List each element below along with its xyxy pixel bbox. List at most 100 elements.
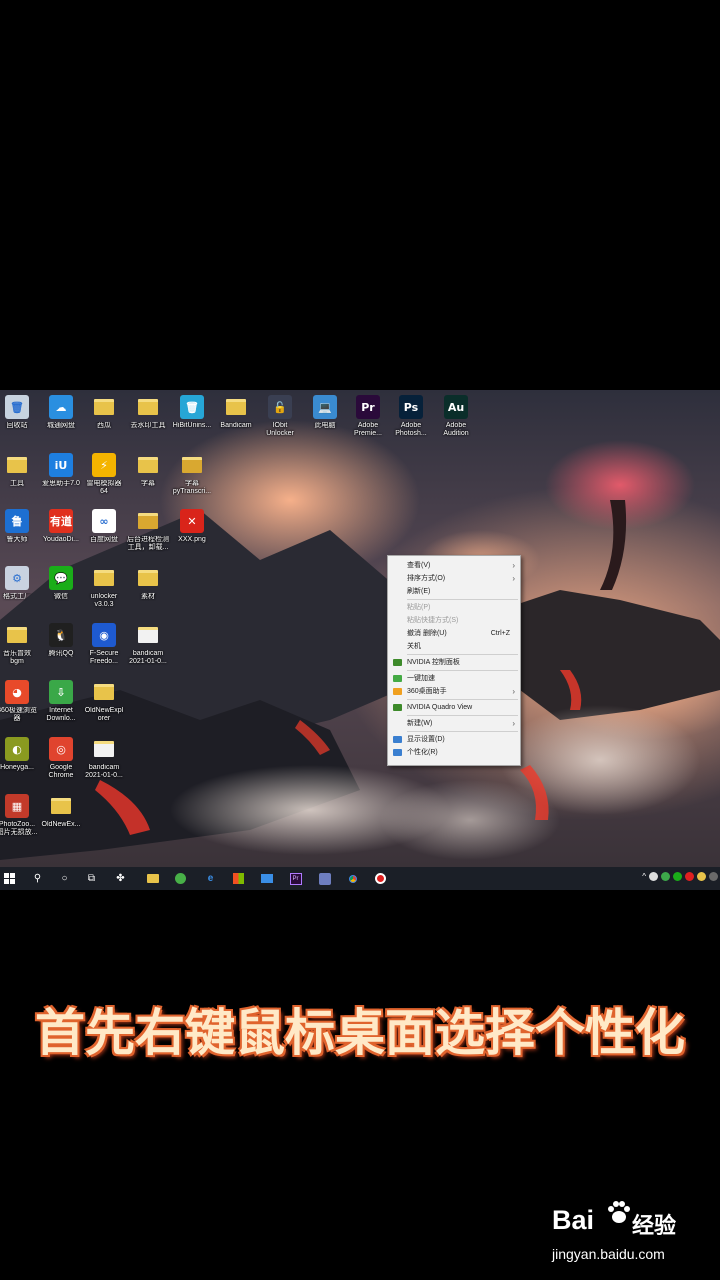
desktop-icon[interactable]: OldNewEx... — [39, 791, 83, 847]
desktop-icon-label: bandicam 2021-01-0... — [85, 764, 123, 779]
desktop-icon[interactable]: ◉ F-Secure Freedo... — [82, 620, 126, 676]
baidu-jingyan-watermark: Bai 经验 jingyan.baidu.com — [552, 1200, 712, 1270]
context-menu-item[interactable]: 查看(V) › — [388, 559, 520, 572]
chrome-icon — [346, 872, 359, 885]
desktop-icon[interactable]: Bandicam — [214, 392, 258, 448]
taskbar-app-bandicam[interactable] — [373, 871, 388, 886]
watermark-url: jingyan.baidu.com — [552, 1246, 665, 1262]
context-menu-item[interactable]: 360桌面助手 › — [388, 685, 520, 698]
search-icon: ⚲ — [33, 873, 42, 884]
desktop-icon[interactable]: 🐧 腾讯QQ — [39, 620, 83, 676]
desktop-icon-label: Internet Downlo... — [46, 707, 76, 722]
desktop-icon-label: Adobe Photosh... — [395, 422, 427, 437]
context-menu-item[interactable]: 显示设置(D) — [388, 733, 520, 746]
tray-icon-6[interactable] — [709, 872, 718, 881]
desktop-icon[interactable]: 💻 此电脑 — [303, 392, 347, 448]
taskbar-app-premiere[interactable]: Pr — [288, 871, 303, 886]
desktop-icon-label: 爱思助手7.0 — [42, 480, 80, 487]
taskbar-app-chrome[interactable] — [345, 871, 360, 886]
desktop-icon[interactable]: ▦ PhotoZoo... 图片无损放... — [0, 791, 39, 847]
watermark-brand: Bai — [552, 1205, 595, 1235]
desktop-icon-label: unlocker v3.0.3 — [90, 593, 118, 608]
menu-item-label: NVIDIA Quadro View — [407, 704, 473, 711]
desktop-icon[interactable]: 后台进程检测 工具，卸载... — [126, 506, 170, 562]
desktop-icon[interactable]: ∞ 百度网盘 — [82, 506, 126, 562]
tray-icon-1[interactable] — [649, 872, 658, 881]
context-menu-item[interactable]: 新建(W) › — [388, 717, 520, 730]
desktop-icon[interactable]: 工具 — [0, 450, 39, 506]
desktop-icon[interactable]: ⚙ 格式工厂 — [0, 563, 39, 619]
desktop-icon[interactable]: 西瓜 — [82, 392, 126, 448]
desktop-icon[interactable]: ◎ Google Chrome — [39, 734, 83, 790]
menu-item-label: 粘贴快捷方式(S) — [407, 617, 459, 624]
search-button[interactable]: ⚲ — [30, 871, 45, 886]
taskbar-app-explorer[interactable] — [145, 871, 160, 886]
desktop-icon[interactable]: 🗑 回收站 — [0, 392, 39, 448]
menu-item-label: 粘贴(P) — [407, 604, 431, 611]
app-icon: Pr — [356, 395, 380, 419]
taskbar-app-360[interactable] — [173, 871, 188, 886]
desktop-icon[interactable]: 💬 微信 — [39, 563, 83, 619]
desktop-icon[interactable]: 鲁鲁大师 — [0, 506, 39, 562]
desktop-icon[interactable]: 音乐曾效 bgm — [0, 620, 39, 676]
desktop-icon[interactable]: 字幕 — [126, 450, 170, 506]
tray-icon-4[interactable] — [685, 872, 694, 881]
desktop-icon[interactable]: bandicam 2021-01-0... — [126, 620, 170, 676]
tray-icon-3[interactable] — [673, 872, 682, 881]
task-view-button[interactable]: ⧉ — [84, 871, 99, 886]
tray-chevron-icon[interactable]: ^ — [642, 872, 646, 881]
folder-icon — [5, 623, 29, 647]
desktop-icon[interactable]: OldNewExpl orer — [82, 677, 126, 733]
context-menu-item[interactable]: 关机 — [388, 640, 520, 653]
context-menu-item[interactable]: 排序方式(O) › — [388, 572, 520, 585]
menu-item-label: 查看(V) — [407, 562, 431, 569]
taskbar-app-store[interactable] — [231, 871, 246, 886]
context-menu-item[interactable]: NVIDIA Quadro View — [388, 701, 520, 714]
context-menu-item[interactable]: 一键加速 — [388, 672, 520, 685]
desktop-icon[interactable]: ✕ XXX.png — [170, 506, 214, 562]
menu-item-icon — [393, 736, 402, 743]
tray-icon-2[interactable] — [661, 872, 670, 881]
start-button[interactable] — [2, 871, 17, 886]
windows-icon — [4, 873, 15, 884]
desktop-icon-label: 回收站 — [6, 422, 28, 429]
menu-item-label: 个性化(R) — [407, 749, 438, 756]
folder-icon — [136, 509, 160, 533]
desktop-icon[interactable]: Pr Adobe Premie... — [346, 392, 390, 448]
desktop-icon[interactable]: 字幕 pyTranscri... — [170, 450, 214, 506]
desktop-icon[interactable]: Au Adobe Audition — [434, 392, 478, 448]
taskbar-app-feather[interactable] — [317, 871, 332, 886]
desktop-icon[interactable]: 素材 — [126, 563, 170, 619]
desktop-icon[interactable]: 🗑 HiBitUnins... — [170, 392, 214, 448]
cortana-button[interactable]: ○ — [57, 871, 72, 886]
desktop-icon-label: F-Secure Freedo... — [89, 650, 119, 665]
desktop-icon[interactable]: ☁ 城通网盘 — [39, 392, 83, 448]
taskbar-app-edge[interactable]: e — [203, 871, 218, 886]
context-menu-item[interactable]: 撤消 删除(U) Ctrl+Z — [388, 627, 520, 640]
desktop-icon[interactable]: bandicam 2021-01-0... — [82, 734, 126, 790]
menu-separator — [407, 654, 518, 655]
app-icon: 💬 — [49, 566, 73, 590]
taskbar-app-mail[interactable] — [259, 871, 274, 886]
taskbar-app-fan[interactable]: ✤ — [113, 871, 128, 886]
menu-separator — [407, 599, 518, 600]
app-icon: 🗑 — [5, 395, 29, 419]
menu-item-label: 刷新(E) — [407, 588, 431, 595]
context-menu-item[interactable]: 个性化(R) — [388, 746, 520, 759]
desktop-icon[interactable]: ⚡ 雷电模拟器 64 — [82, 450, 126, 506]
desktop-icon[interactable]: iU 爱思助手7.0 — [39, 450, 83, 506]
desktop-icon[interactable]: Ps Adobe Photosh... — [389, 392, 433, 448]
desktop-icon[interactable]: ◕ 360极速浏览 器 — [0, 677, 39, 733]
desktop-icon[interactable]: 有道 YoudaoDi... — [39, 506, 83, 562]
desktop-icon[interactable]: 去水印工具 — [126, 392, 170, 448]
context-menu-item[interactable]: NVIDIA 控制面板 — [388, 656, 520, 669]
tray-icon-5[interactable] — [697, 872, 706, 881]
desktop-icon[interactable]: ⇩ Internet Downlo... — [39, 677, 83, 733]
desktop-icon[interactable]: ◐ Honeyga... — [0, 734, 39, 790]
context-menu-item[interactable]: 刷新(E) — [388, 585, 520, 598]
desktop-icon[interactable]: 🔓 IObit Unlocker — [258, 392, 302, 448]
desktop-icon[interactable]: unlocker v3.0.3 — [82, 563, 126, 619]
app-icon: Ps — [399, 395, 423, 419]
system-tray: ^ — [642, 872, 718, 881]
app-icon: ◎ — [49, 737, 73, 761]
